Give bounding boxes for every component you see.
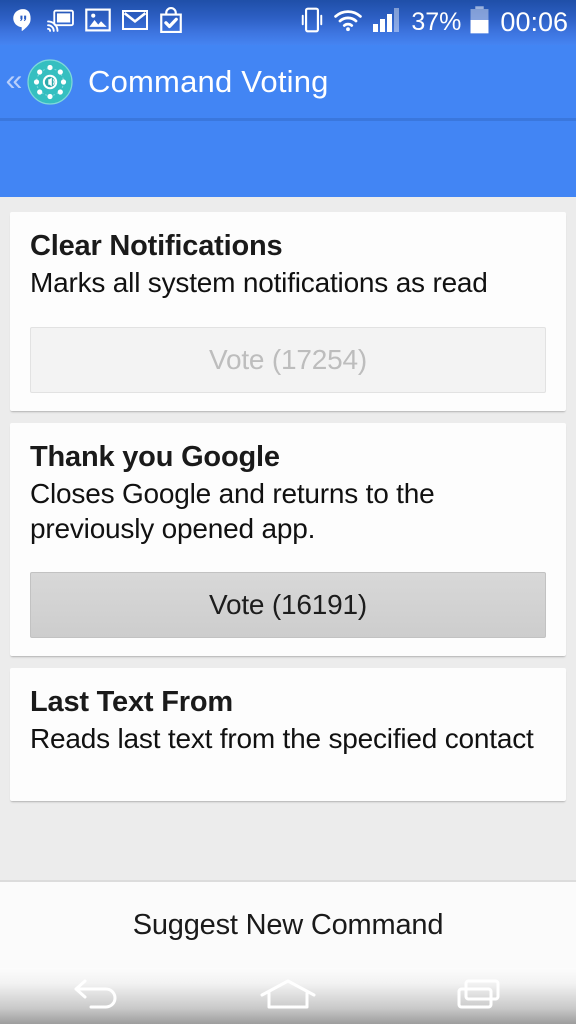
battery-icon <box>470 6 489 39</box>
suggest-new-command-button[interactable]: Suggest New Command <box>0 880 576 968</box>
cast-icon <box>47 8 74 37</box>
battery-percent-label: 37% <box>411 8 462 36</box>
cellular-signal-icon <box>372 7 402 38</box>
vote-button[interactable]: Vote (17254) <box>30 326 546 393</box>
status-bar-system-icons: 37% 00:06 <box>300 6 568 39</box>
photos-icon <box>85 7 111 38</box>
back-nav-button[interactable] <box>0 968 192 1024</box>
home-nav-icon <box>256 976 320 1017</box>
header-sub-band <box>0 118 576 197</box>
page-title: Command Voting <box>88 63 329 99</box>
card-spacer <box>30 546 546 572</box>
status-bar-clock: 00:06 <box>500 7 568 37</box>
command-card[interactable]: Clear Notifications Marks all system not… <box>10 212 566 411</box>
command-description: Reads last text from the specified conta… <box>30 723 534 755</box>
status-bar-notification-icons <box>10 7 300 38</box>
home-nav-button[interactable] <box>192 968 384 1024</box>
gmail-icon <box>122 9 148 36</box>
command-title: Clear Notifications <box>30 230 283 262</box>
card-spacer <box>30 301 546 327</box>
card-spacer <box>30 757 546 783</box>
command-title: Thank you Google <box>30 440 280 473</box>
wifi-icon <box>333 8 363 37</box>
command-voting-app-icon[interactable] <box>26 58 74 106</box>
vote-button[interactable]: Vote (16191) <box>30 572 546 638</box>
command-card[interactable]: Thank you Google Closes Google and retur… <box>10 422 566 656</box>
status-bar: 37% 00:06 <box>0 0 576 45</box>
action-bar: « Command Voting <box>0 45 576 118</box>
phone-screen: 37% 00:06 « Command Voting Clear Notific… <box>0 0 576 1024</box>
back-nav-icon <box>64 976 128 1017</box>
system-navigation-bar <box>0 968 576 1024</box>
back-chevron-icon[interactable]: « <box>4 65 24 96</box>
play-store-icon <box>159 7 183 38</box>
recents-nav-icon <box>448 976 512 1017</box>
command-title: Last Text From <box>30 686 233 718</box>
hangouts-icon <box>10 7 36 38</box>
command-card[interactable]: Last Text From Reads last text from the … <box>10 668 566 801</box>
suggest-new-command-label: Suggest New Command <box>132 908 444 941</box>
command-description: Closes Google and returns to the previou… <box>30 478 435 544</box>
command-list[interactable]: Clear Notifications Marks all system not… <box>0 197 576 880</box>
vibrate-icon <box>300 6 324 39</box>
recents-nav-button[interactable] <box>384 968 576 1024</box>
command-description: Marks all system notifications as read <box>30 267 488 299</box>
